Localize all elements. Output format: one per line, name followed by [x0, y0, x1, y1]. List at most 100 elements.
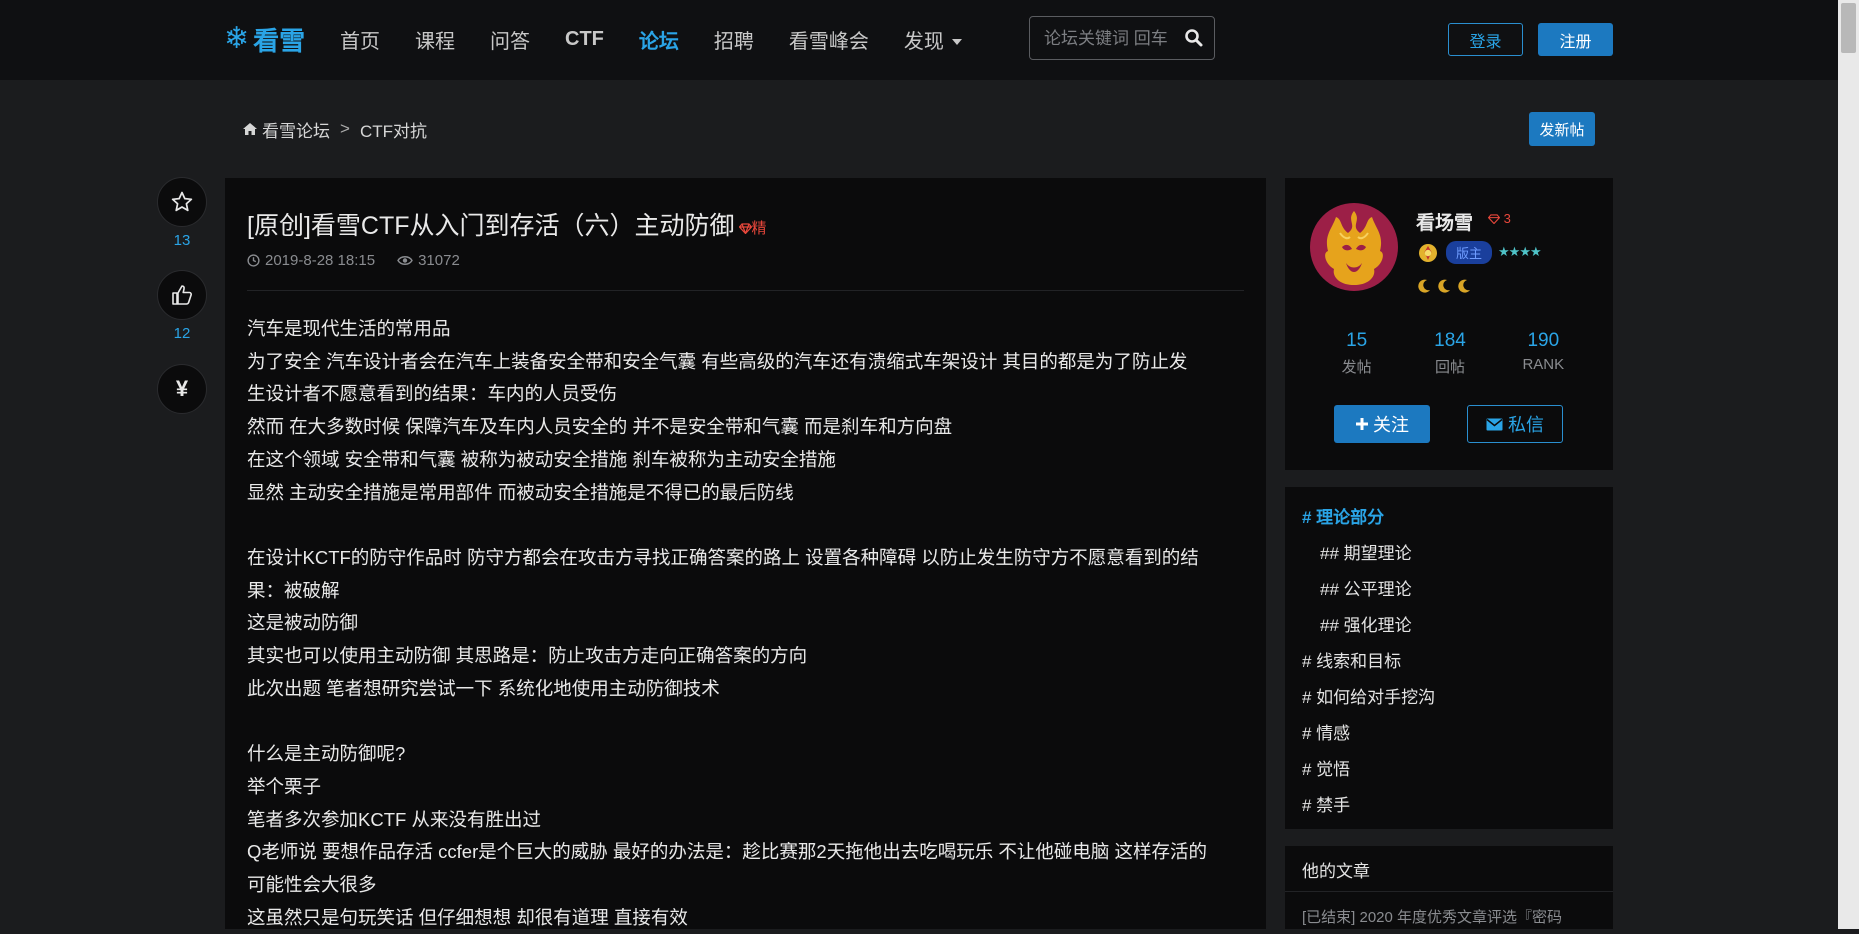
author-coins [1416, 278, 1472, 294]
follow-button[interactable]: 关注 [1334, 405, 1430, 443]
breadcrumb-section[interactable]: CTF对抗 [360, 117, 427, 142]
author-articles: 他的文章 [已结束] 2020 年度优秀文章评选『密码 [1285, 846, 1613, 929]
post-line: 在这个领域 安全带和气囊 被称为被动安全措施 刹车被称为主动安全措施 [247, 448, 836, 470]
favorite-button[interactable] [157, 177, 207, 227]
stat-posts-num: 15 [1346, 330, 1368, 351]
toc-item[interactable]: ## 强化理论 [1320, 611, 1412, 636]
post-line: 什么是主动防御呢? [247, 743, 406, 765]
post-title: [原创]看雪CTF从入门到存活（六）主动防御精 [247, 206, 767, 242]
nav-item-summit[interactable]: 看雪峰会 [789, 25, 869, 54]
toc-card: # 理论部分 ## 期望理论 ## 公平理论 ## 强化理论 # 线索和目标 #… [1285, 487, 1613, 829]
avatar-flame-icon [1325, 211, 1383, 285]
reward-button[interactable]: ¥ [157, 364, 207, 414]
diamond-icon [738, 223, 752, 236]
stat-rank-label: RANK [1522, 356, 1565, 373]
stat-posts[interactable]: 15 发帖 [1310, 330, 1403, 377]
breadcrumb: 看雪论坛 > CTF对抗 [242, 117, 427, 141]
author-level-num: 3 [1503, 211, 1511, 226]
toc-item[interactable]: # 禁手 [1302, 791, 1350, 816]
moon-icon [1438, 279, 1450, 293]
scrollbar[interactable] [1838, 0, 1859, 929]
moon-icon [1418, 279, 1430, 293]
search-icon[interactable] [1184, 28, 1204, 48]
envelope-icon [1486, 418, 1503, 430]
moon-icon [1458, 279, 1470, 293]
message-label: 私信 [1508, 415, 1544, 435]
star-icon [171, 191, 193, 212]
nav-item-courses[interactable]: 课程 [415, 25, 455, 54]
author-card: 看场雪 3 版主 ★★★★ 15 发帖 184 回帖 190 RANK 关注 私… [1285, 178, 1613, 470]
toc-item[interactable]: # 理论部分 [1302, 503, 1384, 528]
stat-posts-label: 发帖 [1341, 359, 1372, 376]
post-line: Q老师说 要想作品存活 ccfer是个巨大的威胁 最好的办法是：趁比赛那2天拖他… [247, 841, 1207, 863]
like-count: 12 [173, 325, 191, 342]
post-line: 笔者多次参加KCTF 从来没有胜出过 [247, 808, 541, 830]
like-button[interactable] [157, 270, 207, 320]
thumbs-up-icon [172, 285, 192, 305]
top-navbar: ❄ 看雪 首页 课程 问答 CTF 论坛 招聘 看雪峰会 发现 登录 注册 [0, 0, 1838, 80]
post-line: 果：被破解 [247, 579, 340, 601]
post-title-text: [原创]看雪CTF从入门到存活（六）主动防御 [247, 212, 735, 240]
breadcrumb-home[interactable]: 看雪论坛 [262, 117, 330, 142]
nav-item-jobs[interactable]: 招聘 [714, 25, 754, 54]
post-body: 汽车是现代生活的常用品 为了安全 汽车设计者会在汽车上装备安全带和安全气囊 有些高… [247, 313, 1247, 934]
essence-label: 精 [751, 219, 767, 237]
nav-item-discover[interactable]: 发现 [904, 25, 962, 54]
avatar[interactable] [1310, 203, 1398, 291]
post-line: 可能性会大很多 [247, 873, 377, 895]
post-line: 其实也可以使用主动防御 其思路是：防止攻击方走向正确答案的方向 [247, 645, 808, 667]
caret-down-icon [951, 39, 962, 46]
post-line: 举个栗子 [247, 775, 322, 797]
stat-replies[interactable]: 184 回帖 [1403, 330, 1496, 377]
snowflake-icon: ❄ [224, 22, 250, 55]
author-stats: 15 发帖 184 回帖 190 RANK [1310, 330, 1590, 377]
breadcrumb-separator: > [340, 119, 350, 138]
search-input[interactable] [1042, 25, 1176, 53]
post-line: 然而 在大多数时候 保障汽车及车内人员安全的 并不是安全带和气囊 而是刹车和方向… [247, 416, 953, 438]
toc-item[interactable]: ## 期望理论 [1320, 539, 1412, 564]
stat-rank-num: 190 [1527, 330, 1560, 351]
author-name[interactable]: 看场雪 [1416, 208, 1473, 235]
logo-text: 看雪 [253, 25, 306, 56]
toc-item[interactable]: # 觉悟 [1302, 755, 1350, 780]
moderator-badge: 版主 [1446, 240, 1493, 264]
post-line: 此次出题 笔者想研究尝试一下 系统化地使用主动防御技术 [247, 677, 720, 699]
toc-item[interactable]: ## 公平理论 [1320, 575, 1412, 600]
login-button[interactable]: 登录 [1448, 23, 1523, 56]
author-badges: 版主 ★★★★ [1416, 240, 1542, 264]
stat-replies-label: 回帖 [1434, 359, 1465, 376]
nav-menu: 首页 课程 问答 CTF 论坛 招聘 看雪峰会 发现 [340, 22, 997, 56]
message-button[interactable]: 私信 [1467, 405, 1563, 443]
divider [1285, 891, 1613, 892]
nav-item-forum[interactable]: 论坛 [639, 25, 679, 54]
post-line: 汽车是现代生活的常用品 [247, 318, 451, 339]
post-line: 这是被动防御 [247, 612, 359, 634]
articles-heading: 他的文章 [1302, 862, 1370, 881]
stat-replies-num: 184 [1434, 330, 1466, 351]
new-post-button[interactable]: 发新帖 [1529, 112, 1595, 146]
divider [247, 290, 1244, 291]
scrollbar-thumb[interactable] [1841, 3, 1856, 53]
article-link[interactable]: [已结束] 2020 年度优秀文章评选『密码 [1302, 906, 1602, 927]
post-views: 31072 [397, 252, 460, 269]
views-count: 31072 [418, 252, 460, 269]
plus-icon [1356, 418, 1368, 430]
register-button[interactable]: 注册 [1538, 23, 1613, 56]
nav-item-ctf[interactable]: CTF [565, 28, 604, 51]
home-icon [243, 123, 257, 135]
clock-icon [247, 254, 260, 267]
post-line: 显然 主动安全措施是常用部件 而被动安全措施是不得已的最后防线 [247, 481, 794, 503]
post-line: 这虽然只是句玩笑话 但仔细想想 却很有道理 直接有效 [247, 906, 688, 928]
stat-rank[interactable]: 190 RANK [1497, 330, 1590, 377]
yen-icon: ¥ [175, 376, 189, 401]
site-logo[interactable]: ❄ 看雪 [224, 22, 305, 56]
gem-icon [1487, 214, 1501, 225]
toc-item[interactable]: # 如何给对手挖沟 [1302, 683, 1435, 708]
nav-item-qa[interactable]: 问答 [490, 25, 530, 54]
toc-item[interactable]: # 情感 [1302, 719, 1350, 744]
toc-item[interactable]: # 线索和目标 [1302, 647, 1401, 672]
nav-item-home[interactable]: 首页 [340, 25, 380, 54]
post-line: 生设计者不愿意看到的结果：车内的人员受伤 [247, 383, 618, 405]
